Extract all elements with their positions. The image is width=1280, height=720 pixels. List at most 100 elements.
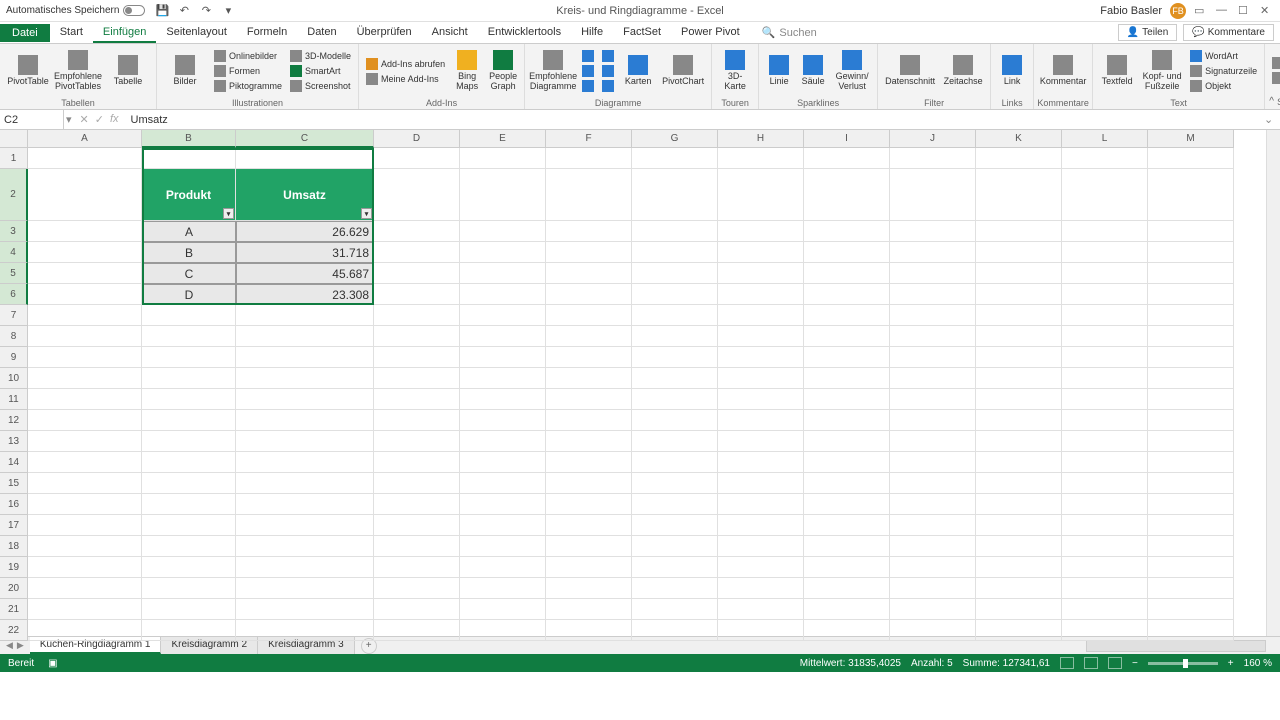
row-header-22[interactable]: 22	[0, 620, 28, 641]
cell-H6[interactable]	[718, 284, 804, 305]
row-header-19[interactable]: 19	[0, 557, 28, 578]
col-header-A[interactable]: A	[28, 130, 142, 148]
tab-hilfe[interactable]: Hilfe	[571, 23, 613, 43]
equation-button[interactable]: Formel	[1269, 56, 1280, 70]
signature-button[interactable]: Signaturzeile	[1187, 64, 1260, 78]
recommended-charts-button[interactable]: Empfohlene Diagramme	[529, 46, 577, 96]
cell-G6[interactable]	[632, 284, 718, 305]
chart-type-5[interactable]	[599, 64, 617, 78]
cell-B19[interactable]	[142, 557, 236, 578]
cell-H16[interactable]	[718, 494, 804, 515]
cell-A20[interactable]	[28, 578, 142, 599]
tab-seitenlayout[interactable]: Seitenlayout	[156, 23, 237, 43]
cell-K2[interactable]	[976, 169, 1062, 221]
cell-I1[interactable]	[804, 148, 890, 169]
cell-G12[interactable]	[632, 410, 718, 431]
cell-D4[interactable]	[374, 242, 460, 263]
cell-E12[interactable]	[460, 410, 546, 431]
cell-B4[interactable]: B	[142, 242, 236, 263]
cell-C7[interactable]	[236, 305, 374, 326]
cell-L21[interactable]	[1062, 599, 1148, 620]
cell-A17[interactable]	[28, 515, 142, 536]
cell-K21[interactable]	[976, 599, 1062, 620]
cell-G14[interactable]	[632, 452, 718, 473]
cell-A1[interactable]	[28, 148, 142, 169]
cell-D20[interactable]	[374, 578, 460, 599]
cell-C3[interactable]: 26.629	[236, 221, 374, 242]
cell-I13[interactable]	[804, 431, 890, 452]
cell-I6[interactable]	[804, 284, 890, 305]
undo-icon[interactable]: ↶	[177, 4, 191, 18]
bing-maps-button[interactable]: Bing Maps	[450, 46, 484, 96]
cell-E18[interactable]	[460, 536, 546, 557]
cell-D2[interactable]	[374, 169, 460, 221]
cell-H20[interactable]	[718, 578, 804, 599]
cell-A22[interactable]	[28, 620, 142, 641]
cell-A9[interactable]	[28, 347, 142, 368]
cell-M11[interactable]	[1148, 389, 1234, 410]
cell-B13[interactable]	[142, 431, 236, 452]
tab-überprüfen[interactable]: Überprüfen	[347, 23, 422, 43]
cell-G2[interactable]	[632, 169, 718, 221]
cell-J10[interactable]	[890, 368, 976, 389]
fx-icon[interactable]: fx	[110, 113, 119, 126]
cell-A8[interactable]	[28, 326, 142, 347]
cell-C15[interactable]	[236, 473, 374, 494]
cell-K22[interactable]	[976, 620, 1062, 641]
cell-H7[interactable]	[718, 305, 804, 326]
cell-M4[interactable]	[1148, 242, 1234, 263]
cell-B10[interactable]	[142, 368, 236, 389]
cell-C21[interactable]	[236, 599, 374, 620]
cell-G20[interactable]	[632, 578, 718, 599]
cell-J11[interactable]	[890, 389, 976, 410]
cell-I7[interactable]	[804, 305, 890, 326]
cell-I21[interactable]	[804, 599, 890, 620]
cell-J4[interactable]	[890, 242, 976, 263]
share-button[interactable]: 👤Teilen	[1118, 24, 1178, 41]
row-header-1[interactable]: 1	[0, 148, 28, 169]
cell-F5[interactable]	[546, 263, 632, 284]
cell-G22[interactable]	[632, 620, 718, 641]
cell-A6[interactable]	[28, 284, 142, 305]
cell-M9[interactable]	[1148, 347, 1234, 368]
row-header-7[interactable]: 7	[0, 305, 28, 326]
cell-C18[interactable]	[236, 536, 374, 557]
cell-J14[interactable]	[890, 452, 976, 473]
cell-L19[interactable]	[1062, 557, 1148, 578]
col-header-K[interactable]: K	[976, 130, 1062, 148]
icons-button[interactable]: Piktogramme	[211, 79, 285, 93]
cell-K20[interactable]	[976, 578, 1062, 599]
cell-I5[interactable]	[804, 263, 890, 284]
cell-E4[interactable]	[460, 242, 546, 263]
cell-A3[interactable]	[28, 221, 142, 242]
textbox-button[interactable]: Textfeld	[1097, 46, 1137, 96]
cell-I2[interactable]	[804, 169, 890, 221]
cell-I4[interactable]	[804, 242, 890, 263]
cell-I12[interactable]	[804, 410, 890, 431]
tab-einfügen[interactable]: Einfügen	[93, 23, 156, 43]
table-button[interactable]: Tabelle	[104, 46, 152, 96]
zoom-in-icon[interactable]: +	[1228, 658, 1234, 669]
cell-H3[interactable]	[718, 221, 804, 242]
cell-L9[interactable]	[1062, 347, 1148, 368]
cell-I8[interactable]	[804, 326, 890, 347]
cell-B20[interactable]	[142, 578, 236, 599]
cell-D19[interactable]	[374, 557, 460, 578]
cell-E17[interactable]	[460, 515, 546, 536]
cell-G7[interactable]	[632, 305, 718, 326]
cell-E19[interactable]	[460, 557, 546, 578]
expand-formula-bar-icon[interactable]: ⌄	[1264, 113, 1280, 126]
cell-G5[interactable]	[632, 263, 718, 284]
cell-G19[interactable]	[632, 557, 718, 578]
cell-F22[interactable]	[546, 620, 632, 641]
cell-J20[interactable]	[890, 578, 976, 599]
cell-D3[interactable]	[374, 221, 460, 242]
cell-A12[interactable]	[28, 410, 142, 431]
cell-I20[interactable]	[804, 578, 890, 599]
cell-K6[interactable]	[976, 284, 1062, 305]
cell-J2[interactable]	[890, 169, 976, 221]
cell-K12[interactable]	[976, 410, 1062, 431]
cell-E21[interactable]	[460, 599, 546, 620]
cell-J9[interactable]	[890, 347, 976, 368]
shapes-button[interactable]: Formen	[211, 64, 285, 78]
